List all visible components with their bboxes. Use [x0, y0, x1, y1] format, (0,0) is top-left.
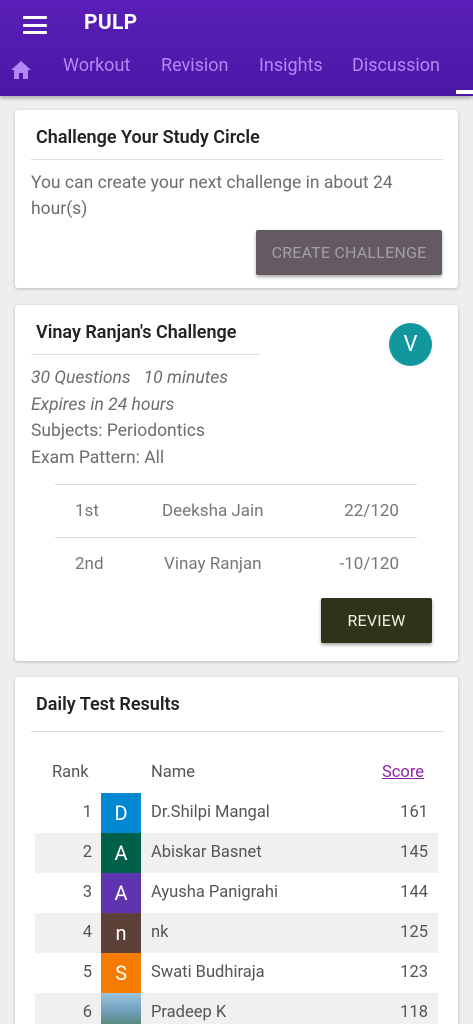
result-rank: 4: [82, 923, 92, 942]
rank-column-header: Rank: [52, 763, 89, 782]
result-name: nk: [151, 923, 169, 942]
daily-results-card: Daily Test Results Rank Name Score 1 D Dr.…: [15, 677, 458, 1024]
user-avatar: A: [101, 873, 141, 913]
results-row[interactable]: 3 A Ayusha Panigrahi 144: [35, 873, 438, 913]
subjects-text: Subjects: Periodontics: [31, 421, 205, 441]
name-column-header: Name: [151, 763, 195, 782]
user-challenge-title: Vinay Ranjan's Challenge: [36, 322, 237, 343]
result-rank: 5: [82, 963, 92, 982]
results-row[interactable]: 2 A Abiskar Basnet 145: [35, 833, 438, 873]
review-button[interactable]: REVIEW: [321, 598, 432, 643]
challenge-circle-card: Challenge Your Study Circle You can crea…: [15, 110, 458, 288]
results-row[interactable]: 5 S Swati Budhiraja 123: [35, 953, 438, 993]
user-challenge-card: Vinay Ranjan's Challenge V 30 Questions …: [15, 305, 458, 661]
expiry-text: Expires in 24 hours: [31, 395, 175, 415]
divider: [31, 159, 443, 160]
app-bar: PULP Workout Revision Insights Discussio…: [0, 0, 473, 96]
tab-bar: Workout Revision Insights Discussion: [0, 55, 473, 89]
user-avatar: n: [101, 913, 141, 953]
result-name: Pradeep K: [151, 1003, 227, 1022]
user-avatar: A: [101, 833, 141, 873]
tab-insights[interactable]: Insights: [259, 55, 323, 76]
result-score: 123: [400, 963, 428, 982]
result-name: Swati Budhiraja: [151, 963, 265, 982]
active-tab-indicator: [456, 90, 473, 94]
result-name: Abiskar Basnet: [151, 843, 262, 862]
divider: [31, 731, 443, 732]
result-rank: 6: [82, 1003, 92, 1022]
user-avatar: S: [101, 953, 141, 993]
leaderboard-row: 1st Deeksha Jain 22/120: [55, 485, 417, 538]
result-score: 125: [400, 923, 428, 942]
result-score: 118: [400, 1003, 428, 1022]
leaderboard-name: Deeksha Jain: [162, 501, 264, 521]
result-rank: 1: [82, 803, 92, 822]
app-title: PULP: [84, 11, 138, 35]
result-score: 161: [400, 803, 428, 822]
score-column-sort-link[interactable]: Score: [382, 763, 424, 782]
challenger-avatar[interactable]: V: [389, 323, 432, 366]
challenge-cooldown-message: You can create your next challenge in ab…: [31, 173, 393, 219]
result-rank: 2: [82, 843, 92, 862]
result-score: 144: [400, 883, 428, 902]
leaderboard-score: -10/120: [339, 554, 399, 574]
create-challenge-button[interactable]: CREATE CHALLENGE: [256, 230, 442, 275]
tab-workout[interactable]: Workout: [63, 55, 130, 76]
result-score: 145: [400, 843, 428, 862]
tab-discussion[interactable]: Discussion: [352, 55, 440, 76]
questions-count: 30 Questions 10 minutes: [31, 368, 229, 388]
challenge-circle-title: Challenge Your Study Circle: [36, 127, 260, 148]
divider: [31, 354, 260, 355]
leaderboard-name: Vinay Ranjan: [164, 554, 262, 574]
daily-results-title: Daily Test Results: [36, 694, 180, 715]
leaderboard-place: 2nd: [75, 554, 104, 574]
result-rank: 3: [82, 883, 92, 902]
results-row[interactable]: 6 Pradeep K 118: [35, 993, 438, 1024]
user-avatar: [101, 993, 141, 1024]
leaderboard-place: 1st: [75, 501, 99, 521]
result-name: Dr.Shilpi Mangal: [151, 803, 270, 822]
result-name: Ayusha Panigrahi: [151, 883, 278, 902]
leaderboard-score: 22/120: [344, 501, 399, 521]
tab-revision[interactable]: Revision: [161, 55, 229, 76]
leaderboard-row: 2nd Vinay Ranjan -10/120: [55, 538, 417, 591]
results-row[interactable]: 1 D Dr.Shilpi Mangal 161: [35, 793, 438, 833]
home-icon[interactable]: [11, 61, 31, 79]
hamburger-menu-icon[interactable]: [23, 16, 47, 34]
results-row[interactable]: 4 n nk 125: [35, 913, 438, 953]
user-avatar: D: [101, 793, 141, 833]
exam-pattern-text: Exam Pattern: All: [31, 448, 165, 468]
